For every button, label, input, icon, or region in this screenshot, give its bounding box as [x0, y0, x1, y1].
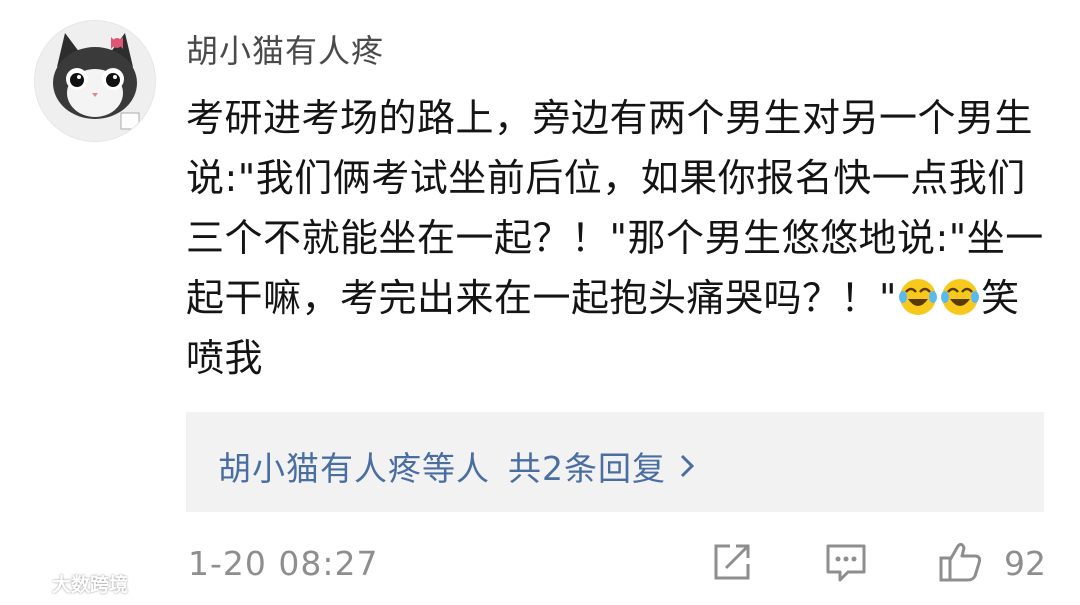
watermark: 大数跨境: [4, 570, 128, 597]
like-button[interactable]: [938, 540, 984, 584]
comment-button[interactable]: [824, 540, 868, 584]
cat-avatar-icon: [35, 21, 155, 141]
replies-count: 共2条回复: [508, 449, 666, 488]
comment-text: 考研进考场的路上，旁边有两个男生对另一个男生说:"我们俩考试坐前后位，如果你报名…: [186, 88, 1054, 388]
laugh-cry-emoji-icon: [898, 279, 937, 315]
view-replies-link[interactable]: 胡小猫有人疼等人 共2条回复: [218, 442, 698, 490]
timestamp: 1-20 08:27: [188, 544, 379, 583]
replies-box[interactable]: 胡小猫有人疼等人 共2条回复: [186, 412, 1044, 512]
username[interactable]: 胡小猫有人疼: [186, 26, 384, 72]
laugh-cry-emoji-icon: [940, 279, 979, 315]
avatar[interactable]: [34, 20, 156, 142]
comment-icon: [826, 544, 866, 582]
like-count: 92: [1004, 544, 1046, 583]
chevron-right-icon: [680, 454, 695, 478]
watermark-text: 大数跨境: [52, 574, 129, 596]
replies-who: 胡小猫有人疼等人: [218, 449, 490, 488]
share-button[interactable]: [710, 540, 754, 584]
watermark-logo-icon: [4, 576, 48, 591]
share-icon: [714, 544, 750, 580]
thumbs-up-icon: [939, 542, 982, 582]
